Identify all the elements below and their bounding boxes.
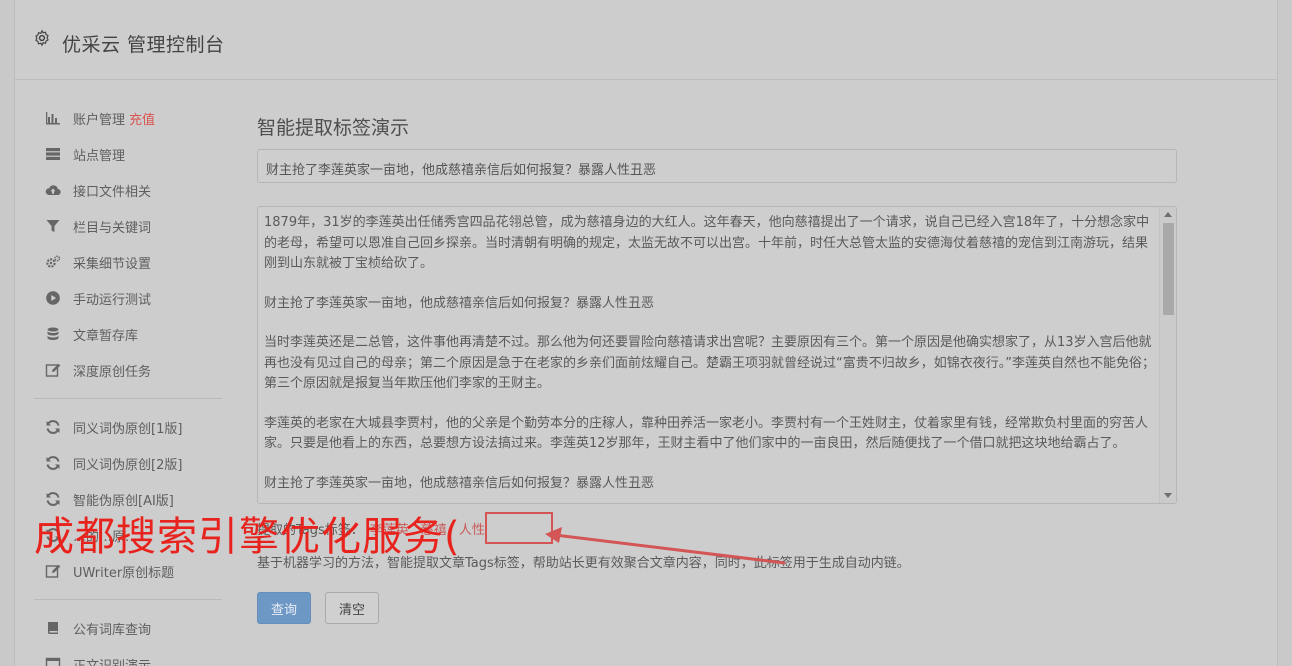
sidebar-item-label: 栏目与关键词 <box>73 220 152 236</box>
recharge-link[interactable]: 充值 <box>129 109 155 128</box>
refresh-icon <box>44 419 62 435</box>
scroll-down-arrow-icon[interactable] <box>1164 493 1172 498</box>
sidebar-item-article-storage[interactable]: 文章暂存库 <box>34 316 224 352</box>
gear-icon[interactable] <box>33 29 51 47</box>
gears-icon <box>44 254 62 270</box>
sidebar-item-label: 账户管理 <box>73 112 126 128</box>
sidebar-item-label: 正文识别演示 <box>73 658 152 666</box>
content-paragraph: 1879年，31岁的李莲英出任储秀宫四品花翎总管，成为慈禧身边的大红人。这年春天… <box>264 215 1150 271</box>
sidebar-item-label: UWriter原创标题 <box>73 565 175 581</box>
sidebar-item-label: 接口文件相关 <box>73 184 152 200</box>
play-circle-icon <box>44 290 62 306</box>
sidebar: 账户管理 充值 站点管理 接口文件相关 栏目与关键词 采集细节设置 手动运行测试… <box>34 100 224 666</box>
article-content-textarea[interactable]: 1879年，31岁的李莲英出任储秀宫四品花翎总管，成为慈禧身边的大红人。这年春天… <box>257 206 1177 504</box>
server-icon <box>44 146 62 162</box>
book-icon <box>44 620 62 636</box>
sidebar-item-label: 文章暂存库 <box>73 328 139 344</box>
page-title: 智能提取标签演示 <box>257 117 410 139</box>
sidebar-item-account[interactable]: 账户管理 充值 <box>34 100 224 136</box>
edit-icon <box>44 362 62 378</box>
sidebar-divider <box>34 599 222 600</box>
sidebar-item-label: 深度原创任务 <box>73 364 152 380</box>
sidebar-divider <box>34 398 222 399</box>
clear-button[interactable]: 清空 <box>325 592 379 624</box>
content-paragraph: 当时李莲英还是二总管，这件事他再清楚不过。那么他为何还要冒险向慈禧请求出宫呢？主… <box>264 335 1155 391</box>
sidebar-item-deep-original[interactable]: 深度原创任务 <box>34 352 224 388</box>
sidebar-item-collect-settings[interactable]: 采集细节设置 <box>34 244 224 280</box>
header: 优采云 管理控制台 <box>15 4 1277 80</box>
content-scrollbar[interactable] <box>1159 207 1176 503</box>
sidebar-item-label: 站点管理 <box>73 148 126 164</box>
refresh-icon <box>44 455 62 471</box>
article-title-input[interactable]: 财主抢了李莲英家一亩地，他成慈禧亲信后如何报复？暴露人性丑恶 <box>257 149 1177 183</box>
sidebar-item-synonym-v1[interactable]: 同义词伪原创[1版] <box>34 409 224 445</box>
sidebar-item-sites[interactable]: 站点管理 <box>34 136 224 172</box>
filter-icon <box>44 218 62 234</box>
sidebar-item-label: 手动运行测试 <box>73 292 152 308</box>
sidebar-item-label: 同义词伪原创[2版] <box>73 457 183 473</box>
watermark-overlay-text: 成都搜索引擎优化服务( <box>34 514 461 560</box>
content-paragraph: 财主抢了李莲英家一亩地，他成慈禧亲信后如何报复？暴露人性丑恶 <box>264 475 655 491</box>
sidebar-item-label: 采集细节设置 <box>73 256 152 272</box>
window-icon <box>44 656 62 666</box>
query-button[interactable]: 查询 <box>257 592 311 624</box>
cloud-upload-icon <box>44 182 62 198</box>
content-paragraph: 李莲英的老家在大城县李贾村，他的父亲是个勤劳本分的庄稼人，靠种田养活一家老小。李… <box>264 415 1149 452</box>
sidebar-item-public-thesaurus[interactable]: 公有词库查询 <box>34 610 224 646</box>
tag-item[interactable]: 人性 <box>459 519 485 538</box>
sidebar-item-synonym-v2[interactable]: 同义词伪原创[2版] <box>34 445 224 481</box>
sidebar-item-manual-run[interactable]: 手动运行测试 <box>34 280 224 316</box>
bar-chart-icon <box>44 110 62 126</box>
sidebar-item-columns-keywords[interactable]: 栏目与关键词 <box>34 208 224 244</box>
sidebar-item-label: 公有词库查询 <box>73 622 152 638</box>
edit-icon <box>44 563 62 579</box>
content-paragraph: 财主抢了李莲英家一亩地，他成慈禧亲信后如何报复？暴露人性丑恶 <box>264 295 655 311</box>
app-title: 优采云 管理控制台 <box>62 34 225 56</box>
sidebar-item-text-recognition[interactable]: 正文识别演示 <box>34 646 224 666</box>
scroll-up-arrow-icon[interactable] <box>1164 212 1172 217</box>
main-panel: 智能提取标签演示 财主抢了李莲英家一亩地，他成慈禧亲信后如何报复？暴露人性丑恶 … <box>257 100 1177 624</box>
tag-highlight-box <box>485 512 553 544</box>
database-icon <box>44 326 62 342</box>
scroll-thumb[interactable] <box>1163 223 1174 315</box>
sidebar-item-label: 同义词伪原创[1版] <box>73 421 183 437</box>
sidebar-item-interface-files[interactable]: 接口文件相关 <box>34 172 224 208</box>
article-content-text: 1879年，31岁的李莲英出任储秀宫四品花翎总管，成为慈禧身边的大红人。这年春天… <box>264 213 1158 503</box>
